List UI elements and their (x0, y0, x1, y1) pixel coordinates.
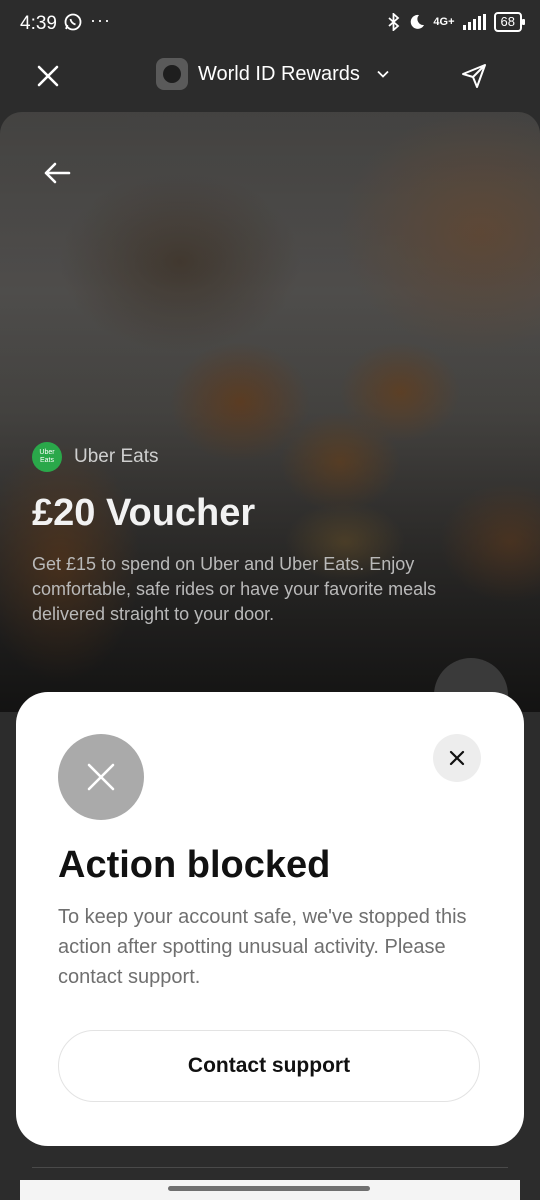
whatsapp-icon (64, 13, 82, 31)
sheet-close-button[interactable] (433, 734, 481, 782)
network-type: 4G+ (433, 16, 455, 28)
divider (32, 1167, 508, 1168)
world-app-logo-icon (156, 58, 188, 90)
status-right-icons: 4G+ 68 (387, 12, 526, 32)
brand-name: Uber Eats (74, 446, 159, 467)
app-header: World ID Rewards (0, 48, 540, 104)
contact-support-button[interactable]: Contact support (58, 1030, 480, 1102)
bluetooth-icon (388, 13, 400, 31)
sheet-title: Action blocked (58, 844, 331, 886)
battery-indicator: 68 (493, 12, 526, 32)
gesture-handle[interactable] (168, 1186, 370, 1191)
header-title: World ID Rewards (198, 62, 360, 85)
moon-icon (411, 14, 425, 29)
uber-eats-logo: Uber Eats (32, 442, 62, 472)
voucher-title: £20 Voucher (32, 492, 256, 534)
blocked-x-icon (58, 734, 144, 820)
sheet-message: To keep your account safe, we've stopped… (58, 906, 467, 988)
close-icon (449, 750, 465, 766)
voucher-description: Get £15 to spend on Uber and Uber Eats. … (32, 554, 437, 624)
back-arrow-icon[interactable] (42, 158, 72, 188)
voucher-hero-image: Uber Eats Uber Eats £20 Voucher Get £15 … (0, 112, 540, 712)
signal-icon (462, 14, 486, 30)
title-selector[interactable]: World ID Rewards (156, 58, 390, 90)
status-left-icons: ··· (64, 10, 111, 31)
more-dots-icon: ··· (90, 10, 111, 30)
status-time: 4:39 (20, 13, 57, 34)
chevron-down-icon (377, 70, 389, 78)
share-send-icon[interactable] (460, 62, 488, 90)
action-blocked-sheet: Action blocked To keep your account safe… (16, 692, 524, 1146)
status-bar: 4:39 ··· 4G+ 68 (0, 0, 540, 48)
close-icon[interactable] (36, 64, 60, 88)
brand-row: Uber Eats Uber Eats (32, 442, 158, 472)
